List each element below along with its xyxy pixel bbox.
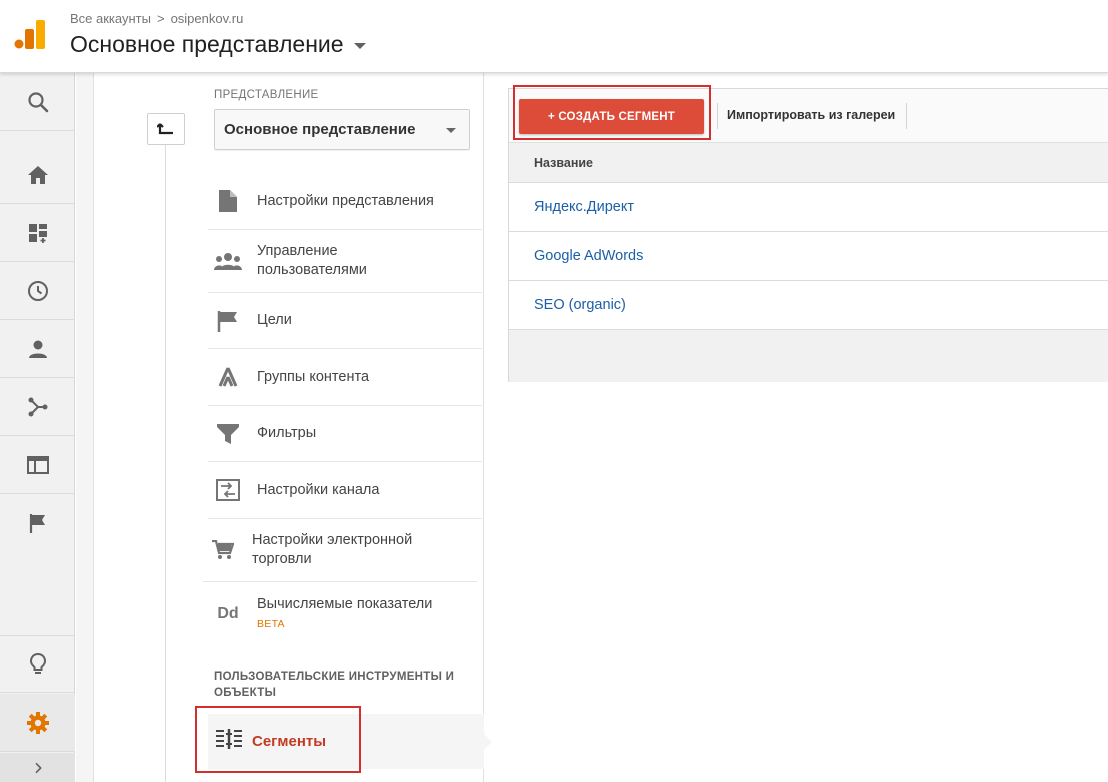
dd-icon: Dd [217, 605, 239, 622]
person-icon [28, 340, 47, 358]
breadcrumb-all-accounts[interactable]: Все аккаунты [70, 11, 151, 26]
menu-item-label: Управление пользователями [257, 243, 367, 278]
back-button[interactable] [147, 113, 185, 145]
active-pointer [483, 733, 492, 751]
channel-settings-icon [214, 476, 242, 504]
beta-badge: BETA [257, 617, 285, 630]
behavior-icon [26, 455, 49, 474]
menu-item-label: Настройки канала [257, 481, 380, 498]
users-icon [214, 247, 242, 275]
menu-calculated-metrics[interactable]: Dd Вычисляемые показатели BETA [208, 582, 482, 646]
breadcrumb-separator: > [156, 11, 165, 26]
toolbar-divider [717, 103, 718, 129]
breadcrumb-property[interactable]: osipenkov.ru [171, 11, 244, 26]
flag-icon [214, 307, 242, 335]
menu-filters[interactable]: Фильтры [208, 406, 482, 462]
create-segment-highlight-box [513, 85, 711, 140]
view-dropdown[interactable]: Основное представление [214, 109, 470, 150]
menu-item-label: Цели [257, 312, 292, 328]
section-label-view: ПРЕДСТАВЛЕНИЕ [214, 89, 319, 101]
rail-customization[interactable] [0, 204, 75, 262]
view-selector[interactable]: Основное представление [70, 31, 366, 58]
rail-admin[interactable] [0, 694, 75, 752]
caret-down-icon [353, 43, 366, 49]
rail-search[interactable] [0, 73, 75, 131]
segment-row[interactable]: Google AdWords [509, 232, 1108, 281]
gear-icon [26, 711, 49, 734]
menu-item-label: Настройки представления [257, 192, 434, 209]
menu-ecommerce-settings[interactable]: Настройки электронной торговли [203, 519, 477, 582]
view-dropdown-value: Основное представление [224, 121, 416, 138]
menu-item-label: Вычисляемые показатели BETA [257, 595, 432, 634]
left-nav-rail [0, 73, 75, 782]
acquisition-icon [28, 397, 47, 416]
filter-icon [214, 420, 242, 448]
admin-view-column: ПРЕДСТАВЛЕНИЕ Основное представление Нас… [94, 73, 484, 782]
tree-line [165, 145, 166, 782]
back-arrow-icon [157, 123, 173, 135]
menu-goals[interactable]: Цели [208, 293, 482, 349]
content-groups-icon [214, 363, 242, 391]
segment-row[interactable]: Яндекс.Директ [509, 183, 1108, 232]
menu-view-settings[interactable]: Настройки представления [208, 173, 482, 230]
customization-icon [28, 223, 47, 243]
gutter [76, 73, 94, 782]
view-title: Основное представление [70, 31, 344, 57]
menu-item-label: Группы контента [257, 368, 370, 385]
clock-icon [27, 280, 48, 301]
table-footer [509, 330, 1108, 382]
rail-acquisition[interactable] [0, 378, 75, 436]
breadcrumb: Все аккаунты > osipenkov.ru [70, 11, 243, 26]
segment-row[interactable]: SEO (organic) [509, 281, 1108, 330]
home-icon [27, 165, 48, 184]
menu-item-label: Настройки электронной торговли [252, 532, 413, 567]
rail-realtime[interactable] [0, 262, 75, 320]
expand-chevron-icon [34, 762, 42, 774]
menu-content-groups[interactable]: Группы контента [208, 349, 482, 406]
dropdown-caret-icon [446, 128, 456, 133]
rail-audience[interactable] [0, 320, 75, 378]
cart-icon [209, 536, 237, 564]
menu-channel-settings[interactable]: Настройки канала [208, 462, 482, 519]
rail-home[interactable] [0, 146, 75, 204]
calculated-metrics-label: Вычисляемые показатели [257, 595, 433, 612]
flag-icon [29, 514, 45, 533]
rail-conversions[interactable] [0, 494, 75, 552]
lightbulb-icon [29, 652, 46, 674]
segments-main: + СОЗДАТЬ СЕГМЕНТ Импортировать из галер… [484, 73, 1108, 782]
document-icon [214, 187, 242, 215]
import-from-gallery-button[interactable]: Импортировать из галереи [727, 108, 895, 122]
section-label-custom-tools: ПОЛЬЗОВАТЕЛЬСКИЕ ИНСТРУМЕНТЫ И ОБЪЕКТЫ [214, 671, 455, 699]
header: Все аккаунты > osipenkov.ru Основное пре… [0, 0, 1108, 73]
segments-highlight-box [195, 706, 361, 773]
menu-item-label: Фильтры [257, 425, 317, 441]
analytics-logo-icon[interactable] [14, 18, 46, 50]
search-icon [27, 91, 48, 112]
menu-user-management[interactable]: Управление пользователями [208, 230, 482, 293]
toolbar-divider [906, 103, 907, 129]
rail-expand[interactable] [0, 753, 75, 782]
rail-behavior[interactable] [0, 436, 75, 494]
rail-discover[interactable] [0, 635, 75, 693]
column-header-name[interactable]: Название [509, 143, 1108, 183]
